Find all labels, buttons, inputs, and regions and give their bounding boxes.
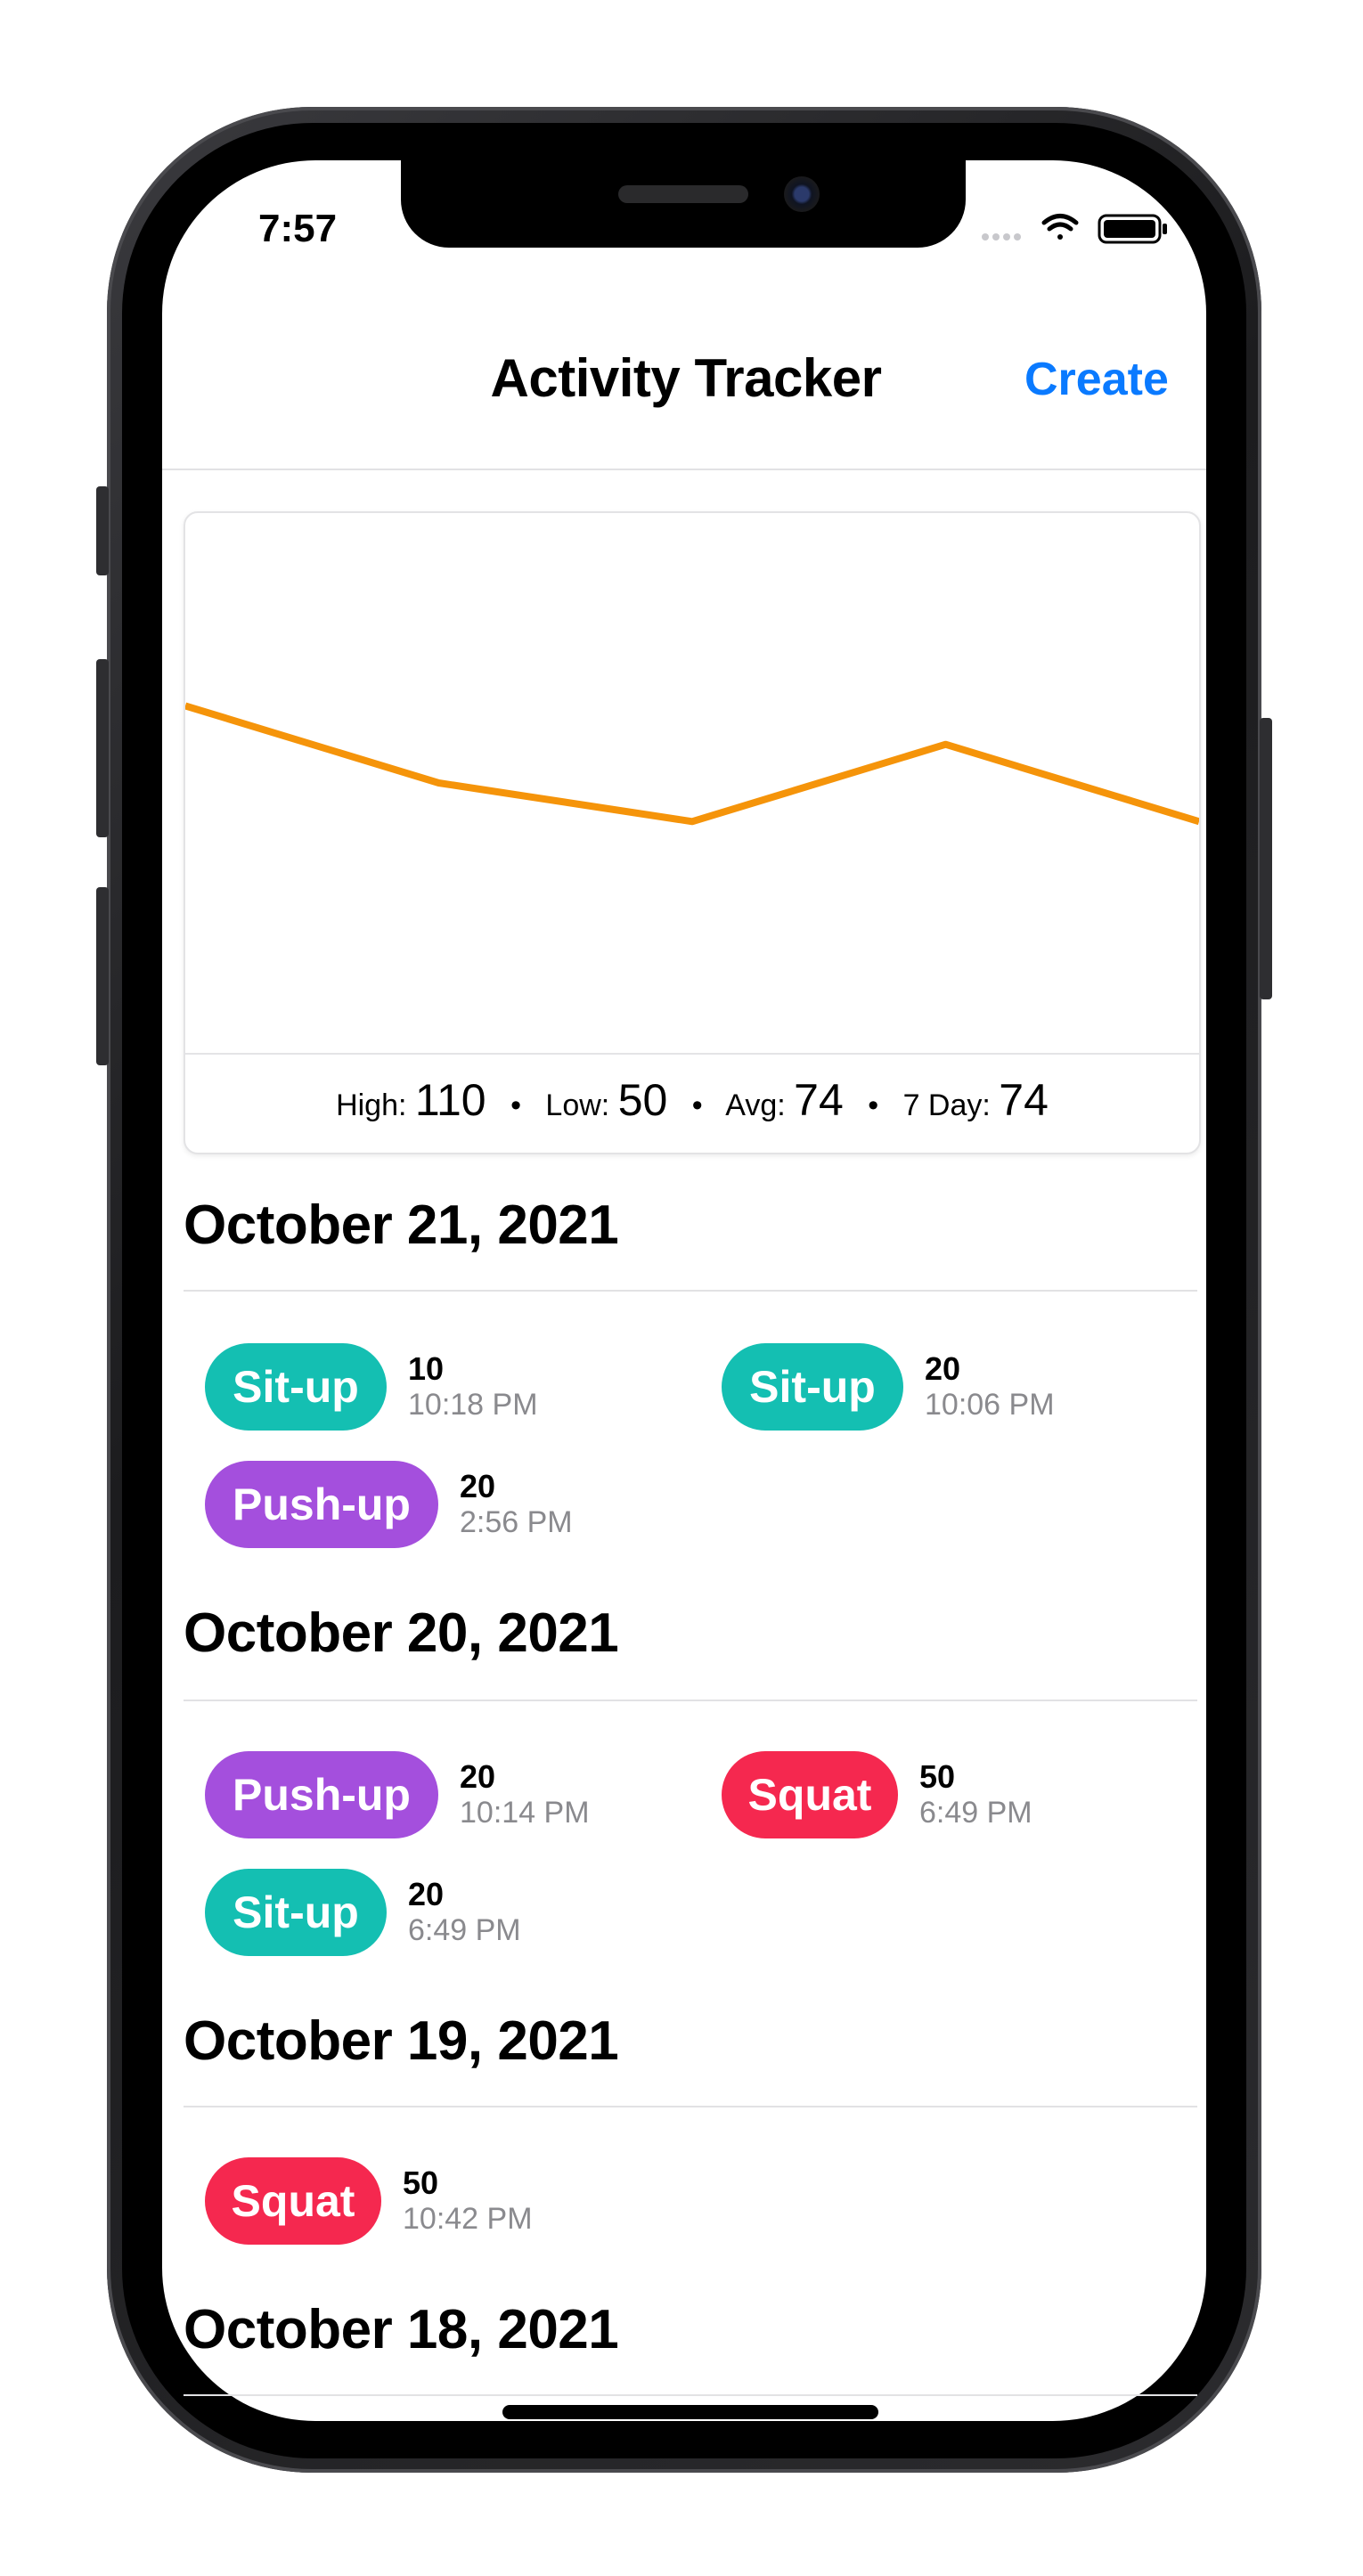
section-divider [184, 1290, 1197, 1292]
stats-row: High: 110 • Low: 50 • Avg: 74 • 7 Day: 7… [185, 1074, 1199, 1126]
section-title: October 20, 2021 [184, 1602, 619, 1664]
week-value: 74 [999, 1075, 1049, 1125]
activity-pill-situp[interactable]: Sit-up [722, 1343, 903, 1431]
entry-time: 10:18 PM [408, 1388, 538, 1422]
entry-time: 10:42 PM [403, 2202, 533, 2236]
signal-icon [982, 233, 1021, 240]
line-chart [185, 702, 1199, 826]
entry-time: 10:14 PM [460, 1796, 590, 1830]
activity-pill-pushup[interactable]: Push-up [205, 1461, 438, 1548]
activity-pill-pushup[interactable]: Push-up [205, 1751, 438, 1838]
section-divider [184, 2394, 1197, 2396]
week-label: 7 Day: [902, 1088, 991, 1122]
section-divider [184, 1700, 1197, 1701]
chart-divider [185, 1053, 1199, 1055]
create-button[interactable]: Create [1024, 353, 1169, 406]
entry-time: 2:56 PM [460, 1505, 573, 1539]
silent-switch [96, 486, 109, 575]
activity-pill-situp[interactable]: Sit-up [205, 1869, 387, 1956]
section-title: October 19, 2021 [184, 2010, 619, 2072]
power-button [1260, 718, 1272, 999]
entry-time: 6:49 PM [919, 1796, 1032, 1830]
low-label: Low: [545, 1088, 610, 1122]
speaker-grille [618, 185, 748, 203]
avg-label: Avg: [725, 1088, 786, 1122]
activity-pill-situp[interactable]: Sit-up [205, 1343, 387, 1431]
volume-down-button [96, 887, 109, 1065]
series-line [185, 702, 1199, 826]
low-value: 50 [617, 1075, 668, 1125]
nav-divider [162, 469, 1206, 470]
nav-title: Activity Tracker [490, 348, 882, 408]
section-title: October 18, 2021 [184, 2299, 619, 2360]
wifi-icon [1041, 214, 1079, 240]
entry-count: 20 [408, 1876, 445, 1912]
status-icons [982, 214, 1167, 244]
chart-card: High: 110 • Low: 50 • Avg: 74 • 7 Day: 7… [184, 511, 1201, 1154]
entry-count: 10 [408, 1350, 445, 1387]
entry-count: 20 [925, 1350, 961, 1387]
entry-count: 50 [919, 1758, 956, 1795]
entry-count: 50 [403, 2164, 439, 2201]
section-title: October 21, 2021 [184, 1194, 619, 1256]
section-divider [184, 2106, 1197, 2107]
home-indicator [502, 2405, 878, 2419]
activity-pill-squat[interactable]: Squat [722, 1751, 898, 1838]
stats-separator: • [510, 1088, 521, 1122]
stats-separator: • [691, 1088, 703, 1122]
entry-count: 20 [460, 1468, 496, 1504]
battery-icon [1098, 214, 1167, 244]
entry-time: 6:49 PM [408, 1913, 521, 1947]
high-label: High: [336, 1088, 407, 1122]
notch [401, 160, 966, 248]
volume-up-button [96, 659, 109, 837]
front-camera [784, 176, 820, 212]
stats-separator: • [868, 1088, 879, 1122]
activity-pill-squat[interactable]: Squat [205, 2157, 381, 2245]
avg-value: 74 [794, 1075, 844, 1125]
status-time: 7:57 [258, 207, 338, 250]
entry-time: 10:06 PM [925, 1388, 1055, 1422]
entry-count: 20 [460, 1758, 496, 1795]
high-value: 110 [414, 1075, 486, 1125]
